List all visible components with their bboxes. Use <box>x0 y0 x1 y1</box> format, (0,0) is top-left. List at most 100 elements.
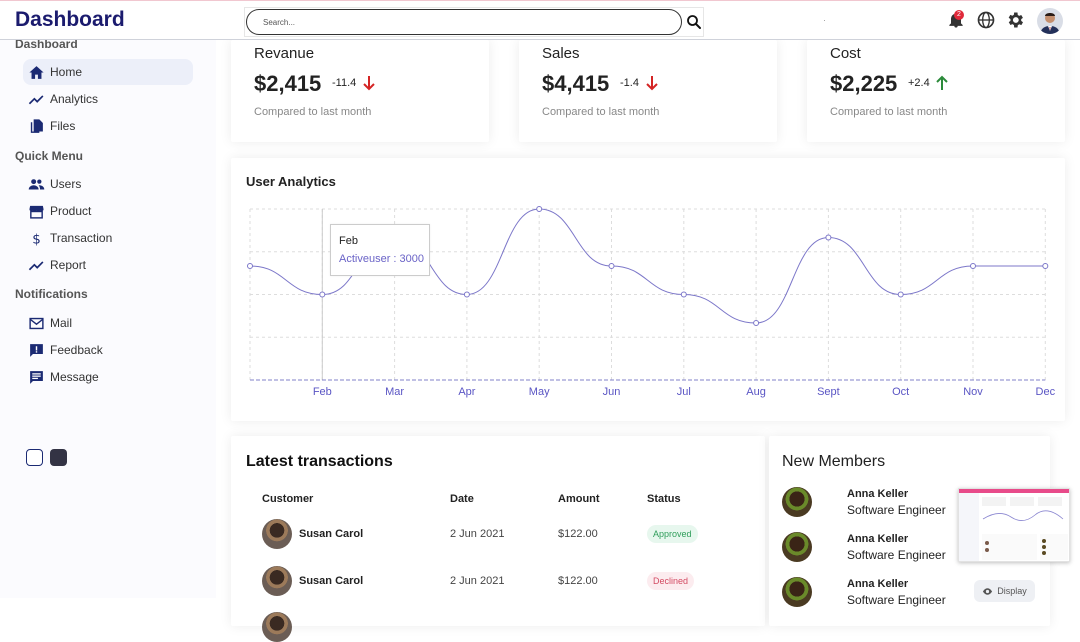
sidebar-item-users[interactable]: Users <box>23 171 193 197</box>
sidebar-item-mail[interactable]: Mail <box>23 310 193 336</box>
sidebar-item-transaction[interactable]: $ Transaction <box>23 225 193 251</box>
x-tick-label: Aug <box>746 386 766 398</box>
app-logo[interactable]: Dashboard <box>15 8 125 32</box>
x-tick-label: Apr <box>458 386 475 398</box>
sidebar-item-home[interactable]: Home <box>23 59 193 85</box>
data-point <box>1042 263 1049 269</box>
sidebar-item-label: Report <box>50 258 87 272</box>
latest-transactions-card: Latest transactions Customer Date Amount… <box>231 436 765 642</box>
trending-up-icon <box>28 260 44 270</box>
member-job: Software Engineer <box>847 593 946 607</box>
home-icon <box>29 65 44 79</box>
column-header: Amount <box>558 493 600 505</box>
separator-dot: · <box>823 15 826 25</box>
sidebar-item-feedback[interactable]: Feedback <box>23 337 193 363</box>
top-bar: Dashboard · 2 <box>0 0 1080 40</box>
screenshot-thumbnail[interactable] <box>958 488 1070 562</box>
member-avatar <box>782 532 812 562</box>
display-button[interactable]: Display <box>974 580 1035 602</box>
sidebar-item-files[interactable]: Files <box>23 113 193 139</box>
globe-icon[interactable] <box>976 10 996 30</box>
users-icon <box>28 178 45 189</box>
customer-avatar <box>262 519 292 549</box>
x-tick-label: May <box>529 386 550 398</box>
status-badge: Approved <box>647 525 698 543</box>
chart-tooltip: Feb Activeuser : 3000 <box>330 224 430 276</box>
dollar-icon: $ <box>32 232 41 247</box>
sidebar-item-product[interactable]: Product <box>23 198 193 224</box>
member-job: Software Engineer <box>847 503 946 517</box>
sidebar-item-label: Mail <box>50 316 73 330</box>
search-bar <box>244 7 704 37</box>
user-avatar[interactable] <box>1037 8 1063 34</box>
settings-icon[interactable] <box>1005 10 1025 30</box>
sidebar-item-label: Product <box>50 204 92 218</box>
x-tick-label: Jun <box>603 386 621 398</box>
notification-badge: 2 <box>954 10 964 20</box>
trending-up-icon <box>28 94 44 104</box>
search-input[interactable] <box>263 18 643 27</box>
status-badge: Declined <box>647 572 695 590</box>
data-point <box>970 263 976 269</box>
sidebar-section-title: Notifications <box>15 287 88 301</box>
sidebar: Dashboard Home Analytics Files Quick Men… <box>0 37 216 598</box>
transaction-date: 2 Jun 2021 <box>450 528 505 540</box>
data-point <box>680 291 687 298</box>
x-tick-label: Jul <box>677 386 691 398</box>
search-icon[interactable] <box>685 12 703 32</box>
search-box[interactable] <box>246 9 682 35</box>
tooltip-month: Feb <box>339 235 358 247</box>
kpi-title: Cost <box>830 45 861 62</box>
kpi-compare-text: Compared to last month <box>254 106 372 118</box>
x-tick-label: Nov <box>963 386 983 398</box>
kpi-card-revenue: Revanue $2,415 -11.4 Compared to last mo… <box>231 40 489 142</box>
dark-theme-toggle[interactable] <box>50 449 67 466</box>
member-avatar <box>782 577 812 607</box>
sidebar-item-analytics[interactable]: Analytics <box>23 86 193 112</box>
arrow-down-icon <box>363 76 375 91</box>
section-title: New Members <box>782 453 886 470</box>
user-analytics-card: User Analytics Feb Mar Apr May Jun Jul Aug Sept… <box>231 158 1065 421</box>
member-name: Anna Keller <box>847 533 909 545</box>
tooltip-value: Activeuser : 3000 <box>339 253 424 265</box>
kpi-rate: -11.4 <box>332 77 357 89</box>
x-tick-label: Mar <box>385 386 404 398</box>
kpi-rate: +2.4 <box>908 77 930 89</box>
sidebar-item-label: Files <box>50 119 76 133</box>
data-point <box>897 291 904 298</box>
kpi-card-cost: Cost $2,225 +2.4 Compared to last month <box>807 40 1065 142</box>
x-tick-label: Oct <box>892 386 909 398</box>
sidebar-item-label: Users <box>50 177 82 191</box>
x-tick-label: Feb <box>313 386 332 398</box>
message-icon <box>30 370 43 384</box>
kpi-compare-text: Compared to last month <box>830 106 948 118</box>
customer-name: Susan Carol <box>299 575 364 587</box>
store-icon <box>29 205 44 219</box>
kpi-card-sales: Sales $4,415 -1.4 Compared to last month <box>519 40 777 142</box>
kpi-value: $2,415 <box>254 71 322 96</box>
member-avatar <box>782 487 812 517</box>
section-title: Latest transactions <box>246 453 393 470</box>
data-point <box>247 263 253 269</box>
sidebar-item-report[interactable]: Report <box>23 252 193 278</box>
data-point <box>319 291 326 298</box>
column-header: Date <box>450 493 474 505</box>
sidebar-item-message[interactable]: Message <box>23 364 193 390</box>
customer-avatar <box>262 566 292 596</box>
transaction-amount: $122.00 <box>558 575 598 587</box>
display-label: Display <box>997 586 1027 596</box>
light-theme-toggle[interactable] <box>26 449 43 466</box>
transaction-amount: $122.00 <box>558 528 598 540</box>
kpi-rate: -1.4 <box>620 77 639 89</box>
column-header: Customer <box>262 493 314 505</box>
kpi-value: $2,225 <box>830 71 898 96</box>
kpi-value: $4,415 <box>542 71 610 96</box>
arrow-down-icon <box>646 76 658 91</box>
x-tick-label: Dec <box>1036 386 1056 398</box>
sidebar-item-label: Home <box>50 65 83 79</box>
data-point <box>463 291 470 298</box>
kpi-title: Revanue <box>254 45 315 62</box>
user-analytics-chart[interactable]: Feb Mar Apr May Jun Jul Aug Sept Oct Nov Dec <box>231 158 1065 421</box>
column-header: Status <box>647 493 681 505</box>
kpi-compare-text: Compared to last month <box>542 106 660 118</box>
